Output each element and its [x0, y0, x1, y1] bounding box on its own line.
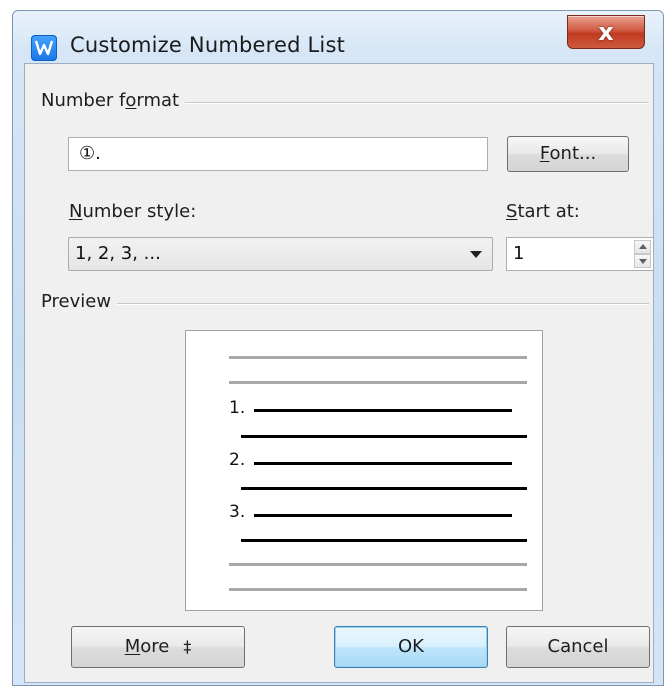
ok-button[interactable]: OK	[334, 626, 488, 668]
cancel-button[interactable]: Cancel	[506, 626, 650, 668]
preview-separator	[53, 303, 649, 305]
spin-down-icon[interactable]	[634, 254, 651, 268]
app-logo-glyph	[34, 40, 54, 56]
number-style-label-accesskey: N	[69, 201, 83, 222]
preview-label: Preview	[41, 291, 118, 312]
spin-up-icon[interactable]	[634, 240, 651, 254]
expand-chevrons-icon: ‡	[183, 637, 192, 656]
start-at-label-text: tart at:	[517, 201, 580, 222]
start-at-label-accesskey: S	[506, 201, 518, 222]
close-icon: x	[598, 18, 614, 46]
number-format-label: Number format	[41, 90, 186, 111]
number-style-label-text: umber style:	[82, 201, 197, 222]
window-title: Customize Numbered List	[70, 33, 346, 57]
preview-line	[241, 487, 527, 490]
preview-line	[229, 381, 527, 384]
preview-line	[254, 514, 512, 517]
start-at-spinner[interactable]: 1	[506, 237, 654, 271]
preview-number: 1.	[229, 398, 246, 418]
dropdown-arrow-icon	[470, 251, 482, 258]
number-format-label-part: Number f	[41, 90, 126, 111]
close-button[interactable]: x	[567, 15, 645, 49]
preview-line	[254, 462, 512, 465]
preview-line	[229, 563, 527, 566]
more-button-label: ore	[140, 636, 170, 657]
preview-line	[241, 539, 527, 542]
preview-line	[241, 435, 527, 438]
dialog-body: Number format ①. Font... Number style: 1…	[24, 63, 654, 683]
number-style-value: 1, 2, 3, ...	[75, 243, 161, 264]
spinner-buttons	[634, 240, 651, 268]
preview-line	[229, 356, 527, 359]
start-at-label: Start at:	[506, 201, 580, 222]
number-style-select[interactable]: 1, 2, 3, ...	[68, 237, 493, 271]
start-at-input[interactable]: 1	[513, 243, 524, 264]
preview-panel: 1. 2. 3.	[185, 330, 543, 611]
font-button[interactable]: Font...	[507, 136, 629, 172]
preview-number: 3.	[229, 502, 246, 522]
number-style-label: Number style:	[69, 201, 196, 222]
number-format-input[interactable]: ①.	[68, 137, 488, 171]
more-button[interactable]: More ‡	[71, 626, 245, 668]
preview-number: 2.	[229, 450, 246, 470]
font-button-accesskey: F	[539, 143, 550, 164]
preview-line	[254, 409, 512, 412]
more-button-accesskey: M	[124, 636, 141, 657]
preview-line	[229, 588, 527, 591]
app-logo-icon	[31, 35, 57, 61]
font-button-label: ont...	[549, 143, 597, 164]
dialog-window: Customize Numbered List x Number format …	[12, 10, 664, 686]
number-format-label-part: rmat	[136, 90, 180, 111]
number-format-label-accesskey: o	[125, 90, 137, 111]
